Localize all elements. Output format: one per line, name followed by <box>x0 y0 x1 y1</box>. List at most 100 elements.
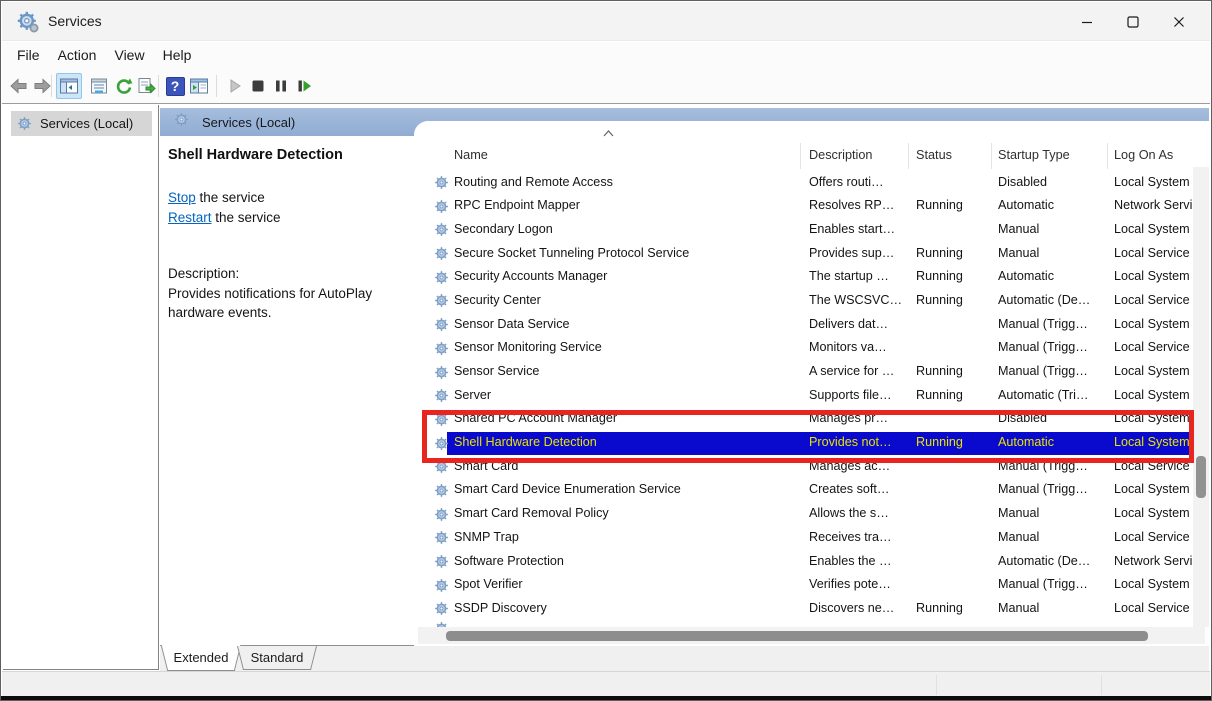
services-window: Services File Action View Help <box>0 0 1212 701</box>
vertical-scrollbar-thumb[interactable] <box>1196 456 1206 498</box>
table-row[interactable]: Smart Card Removal Policy Allows the s… … <box>414 503 1193 527</box>
service-status: Running <box>916 269 963 283</box>
column-header-description[interactable]: Description <box>809 148 872 162</box>
menu-action[interactable]: Action <box>49 44 106 66</box>
service-description: Supports file… <box>809 388 911 402</box>
service-startup-type: Manual (Trigg… <box>998 340 1104 354</box>
table-row[interactable]: SSDP Discovery Discovers ne… Running Man… <box>414 597 1193 621</box>
table-row[interactable]: Security Center The WSCSVC… Running Auto… <box>414 289 1193 313</box>
show-action-pane-button[interactable] <box>186 73 212 99</box>
service-status: Running <box>916 198 963 212</box>
table-row[interactable]: Shell Hardware Detection Provides not… R… <box>414 432 1193 456</box>
service-startup-type: Manual (Trigg… <box>998 317 1104 331</box>
main-panel: Services (Local) Shell Hardware Detectio… <box>160 105 1209 646</box>
service-startup-type: Disabled <box>998 411 1104 425</box>
tab-extended[interactable]: Extended <box>164 645 238 671</box>
table-row[interactable]: Secondary Logon Enables start… Manual Lo… <box>414 218 1193 242</box>
service-startup-type: Manual <box>998 601 1104 615</box>
table-row[interactable]: Secure Socket Tunneling Protocol Service… <box>414 242 1193 266</box>
service-name: Shared PC Account Manager <box>454 411 617 425</box>
table-row[interactable]: Routing and Remote Access Offers routi… … <box>414 171 1193 195</box>
restart-service-link[interactable]: Restart <box>168 210 212 225</box>
table-row[interactable]: Smart Card Manages ac… Manual (Trigg… Lo… <box>414 455 1193 479</box>
vertical-scrollbar[interactable] <box>1193 167 1209 627</box>
service-startup-type: Automatic (De… <box>998 554 1104 568</box>
service-gear-icon <box>434 222 449 237</box>
service-startup-type: Manual <box>998 506 1104 520</box>
column-header-status[interactable]: Status <box>916 148 952 162</box>
services-gear-icon <box>174 112 189 127</box>
service-logon-as: Network Service <box>1114 554 1192 568</box>
service-gear-icon <box>434 317 449 332</box>
restart-service-button[interactable] <box>291 73 317 99</box>
services-gear-icon <box>17 116 32 131</box>
column-divider[interactable] <box>800 143 801 169</box>
service-gear-icon <box>434 578 449 593</box>
tab-standard[interactable]: Standard <box>240 646 314 670</box>
service-gear-icon <box>434 507 449 522</box>
service-description: Discovers ne… <box>809 601 911 615</box>
table-row[interactable]: Sensor Data Service Delivers dat… Manual… <box>414 313 1193 337</box>
stop-service-link[interactable]: Stop <box>168 190 196 205</box>
console-tree-panel: Services (Local) <box>3 105 159 670</box>
service-status: Running <box>916 601 963 615</box>
column-divider[interactable] <box>991 143 992 169</box>
table-row[interactable]: SNMP Trap Receives tra… Manual Local Ser… <box>414 526 1193 550</box>
service-status: Running <box>916 435 963 449</box>
service-gear-icon <box>434 175 449 190</box>
horizontal-scrollbar[interactable] <box>418 627 1205 644</box>
table-row[interactable]: Spot Verifier Verifies pote… Manual (Tri… <box>414 574 1193 598</box>
tree-item-services-local[interactable]: Services (Local) <box>11 111 152 136</box>
service-gear-icon <box>434 483 449 498</box>
column-divider[interactable] <box>908 143 909 169</box>
service-description: Receives tra… <box>809 530 911 544</box>
service-gear-icon <box>434 199 449 214</box>
table-row[interactable]: Sensor Monitoring Service Monitors va… M… <box>414 337 1193 361</box>
service-name: Routing and Remote Access <box>454 175 613 189</box>
service-name: Spot Verifier <box>454 577 523 591</box>
service-description: Offers routi… <box>809 175 911 189</box>
column-header-log-on-as[interactable]: Log On As <box>1114 148 1173 162</box>
table-row[interactable]: Software Protection Enables the … Automa… <box>414 550 1193 574</box>
menu-file[interactable]: File <box>8 44 49 66</box>
table-row[interactable]: Security Accounts Manager The startup … … <box>414 266 1193 290</box>
service-status: Running <box>916 246 963 260</box>
service-logon-as: Local System <box>1114 388 1192 402</box>
maximize-button[interactable] <box>1110 2 1156 42</box>
service-gear-icon <box>434 436 449 451</box>
service-description-pane: Shell Hardware Detection Stop the servic… <box>160 136 414 645</box>
service-gear-icon <box>434 483 449 498</box>
table-row[interactable]: Sensor Service A service for … Running M… <box>414 361 1193 385</box>
column-header-startup-type[interactable]: Startup Type <box>998 148 1070 162</box>
stop-service-line: Stop the service <box>168 188 281 208</box>
services-list-panel: Name Description Status Startup Type Log… <box>414 121 1209 646</box>
service-startup-type: Automatic <box>998 269 1104 283</box>
service-description: Manages ac… <box>809 459 911 473</box>
service-startup-type: Manual (Trigg… <box>998 577 1104 591</box>
close-button[interactable] <box>1156 2 1202 42</box>
service-name: Sensor Service <box>454 364 539 378</box>
service-logon-as: Local System <box>1114 175 1192 189</box>
column-divider[interactable] <box>1107 143 1108 169</box>
help-button[interactable]: ? <box>162 73 188 99</box>
service-startup-type: Disabled <box>998 175 1104 189</box>
column-header-name[interactable]: Name <box>454 148 488 162</box>
service-logon-as: Local System <box>1114 506 1192 520</box>
table-row[interactable]: Smart Card Device Enumeration Service Cr… <box>414 479 1193 503</box>
horizontal-scrollbar-thumb[interactable] <box>446 631 1148 641</box>
service-description: A service for … <box>809 364 911 378</box>
service-logon-as: Local System <box>1114 411 1192 425</box>
service-logon-as: Local System <box>1114 317 1192 331</box>
service-name: Shell Hardware Detection <box>454 435 597 449</box>
show-console-tree-button[interactable] <box>56 73 82 99</box>
table-row[interactable]: Shared PC Account Manager Manages pr… Di… <box>414 408 1193 432</box>
properties-button[interactable] <box>86 73 112 99</box>
minimize-button[interactable] <box>1064 2 1110 42</box>
restart-service-line: Restart the service <box>168 208 281 228</box>
export-list-button[interactable] <box>133 73 159 99</box>
table-row[interactable]: RPC Endpoint Mapper Resolves RP… Running… <box>414 195 1193 219</box>
menu-view[interactable]: View <box>105 44 153 66</box>
menu-help[interactable]: Help <box>154 44 201 66</box>
description-text: Provides notifications for AutoPlay hard… <box>168 284 406 323</box>
table-row[interactable]: Server Supports file… Running Automatic … <box>414 384 1193 408</box>
